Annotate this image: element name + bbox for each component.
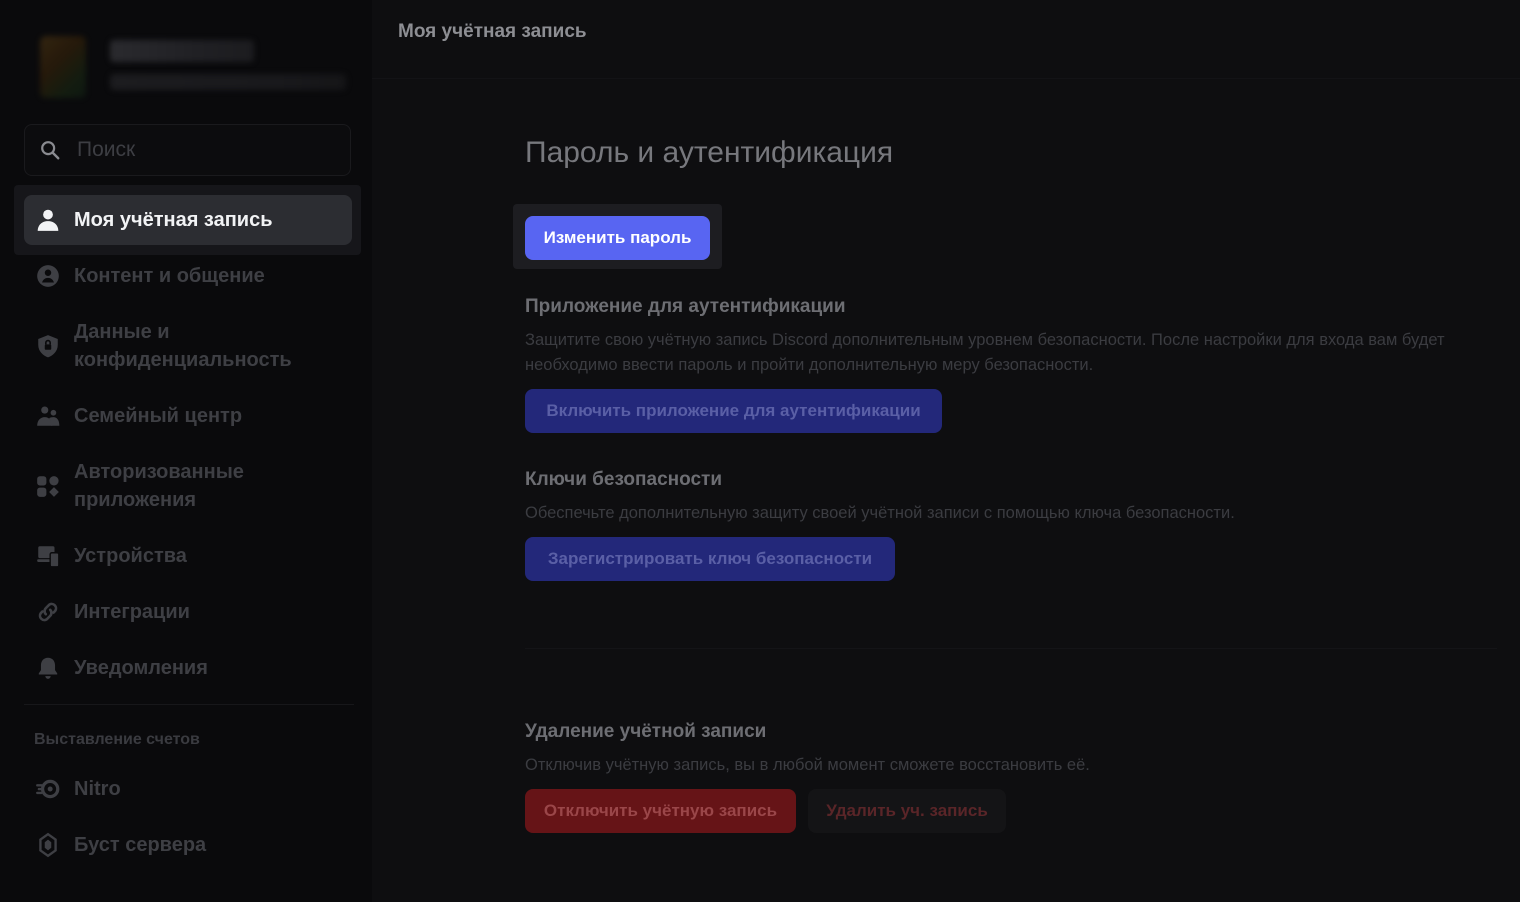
devices-icon: [34, 542, 62, 570]
sidebar-item-label: Буст сервера: [74, 834, 207, 856]
username-redacted: [110, 40, 254, 62]
sidebar-item-authorized-apps[interactable]: Авторизованные приложения: [24, 458, 352, 514]
settings-content: Моя учётная запись Пароль и аутентификац…: [372, 0, 1520, 902]
sidebar-item-label: Контент и общение: [74, 265, 265, 287]
sidebar-item-content-social[interactable]: Контент и общение: [24, 262, 352, 290]
person-icon: [34, 206, 62, 234]
page-title: Моя учётная запись: [398, 21, 587, 42]
change-password-button[interactable]: Изменить пароль: [525, 216, 710, 260]
disable-account-button[interactable]: Отключить учётную запись: [525, 789, 796, 833]
sidebar-item-label: Моя учётная запись: [74, 209, 273, 231]
section-divider: [525, 648, 1497, 649]
enable-auth-app-button[interactable]: Включить приложение для аутентификации: [525, 389, 942, 433]
password-auth-heading: Пароль и аутентификация: [525, 136, 894, 169]
settings-window: Моя учётная запись Контент и общение Дан…: [0, 0, 1520, 902]
avatar: [40, 36, 86, 98]
search-box[interactable]: [24, 124, 351, 176]
sidebar-item-label: Данные и конфиденциальность: [74, 321, 292, 371]
shield-lock-icon: [34, 332, 62, 360]
sidebar: Моя учётная запись Контент и общение Дан…: [0, 0, 372, 902]
shield-person-icon: [34, 262, 62, 290]
billing-section-label: Выставление счетов: [34, 731, 200, 748]
account-removal-heading: Удаление учётной записи: [525, 721, 767, 742]
sidebar-item-notifications[interactable]: Уведомления: [24, 654, 352, 682]
security-keys-description: Обеспечьте дополнительную защиту своей у…: [525, 504, 1235, 522]
sidebar-item-integrations[interactable]: Интеграции: [24, 598, 352, 626]
delete-account-button[interactable]: Удалить уч. запись: [808, 789, 1006, 833]
user-profile-card[interactable]: [40, 36, 360, 100]
sidebar-item-label: Интеграции: [74, 601, 190, 623]
nitro-icon: [34, 775, 62, 803]
sidebar-item-devices[interactable]: Устройства: [24, 542, 352, 570]
sidebar-item-my-account[interactable]: Моя учётная запись: [24, 195, 352, 245]
sidebar-item-family-center[interactable]: Семейный центр: [24, 402, 352, 430]
account-removal-description: Отключив учётную запись, вы в любой моме…: [525, 756, 1090, 774]
link-icon: [34, 598, 62, 626]
sidebar-item-server-boost[interactable]: Буст сервера: [24, 831, 352, 859]
family-icon: [34, 402, 62, 430]
search-icon: [41, 141, 60, 160]
register-security-key-button[interactable]: Зарегистрировать ключ безопасности: [525, 537, 895, 581]
sidebar-item-data-privacy[interactable]: Данные и конфиденциальность: [24, 318, 352, 374]
sidebar-item-nitro[interactable]: Nitro: [24, 775, 352, 803]
sidebar-item-label: Уведомления: [74, 657, 208, 679]
sidebar-item-label: Авторизованные приложения: [74, 461, 244, 511]
auth-app-heading: Приложение для аутентификации: [525, 296, 846, 317]
boost-icon: [34, 831, 62, 859]
search-input[interactable]: [77, 138, 317, 162]
sidebar-divider: [24, 704, 354, 705]
header-divider: [372, 78, 1520, 79]
security-keys-heading: Ключи безопасности: [525, 469, 723, 490]
sidebar-item-label: Семейный центр: [74, 405, 243, 427]
apps-icon: [34, 472, 62, 500]
sidebar-item-label: Nitro: [74, 778, 121, 800]
user-tag-redacted: [110, 74, 346, 90]
bell-icon: [34, 654, 62, 682]
sidebar-item-label: Устройства: [74, 545, 187, 567]
auth-app-description: Защитите свою учётную запись Discord доп…: [525, 331, 1445, 374]
